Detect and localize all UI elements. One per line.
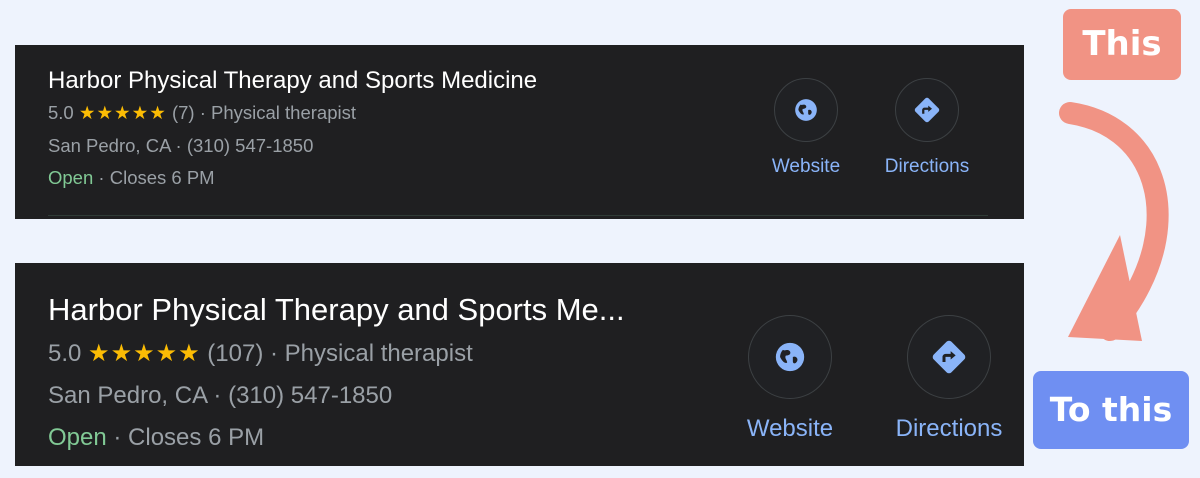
website-icon-circle[interactable] [774, 78, 838, 142]
to-this-tag: To this [1033, 371, 1189, 449]
separator: · [93, 167, 110, 188]
website-button[interactable]: Website [765, 78, 847, 178]
closing-time: Closes 6 PM [128, 424, 265, 451]
business-info: Harbor Physical Therapy and Sports Me...… [48, 291, 625, 457]
directions-label[interactable]: Directions [877, 156, 977, 178]
star-rating-icon: ★★★★★ [78, 102, 167, 123]
hours-line: Open · Closes 6 PM [48, 419, 625, 457]
open-status: Open [48, 167, 94, 188]
website-icon-circle[interactable] [748, 315, 832, 399]
website-label[interactable]: Website [765, 156, 847, 178]
this-tag: This [1063, 9, 1181, 80]
directions-icon [932, 340, 966, 374]
rating-value: 5.0 [48, 340, 82, 367]
business-card-after: Harbor Physical Therapy and Sports Me...… [15, 263, 1024, 466]
business-location: San Pedro, CA [48, 135, 171, 156]
website-button[interactable]: Website [740, 315, 840, 443]
closing-time: Closes 6 PM [109, 167, 215, 188]
phone-number[interactable]: (310) 547-1850 [228, 382, 392, 409]
directions-label[interactable]: Directions [887, 415, 1011, 443]
address-line: San Pedro, CA · (310) 547-1850 [48, 377, 625, 415]
rating-line: 5.0 ★★★★★ (7) · Physical therapist [48, 98, 537, 127]
business-title[interactable]: Harbor Physical Therapy and Sports Medic… [48, 67, 537, 95]
review-count[interactable]: (107) [207, 340, 263, 367]
star-rating-icon: ★★★★★ [88, 340, 201, 367]
directions-icon-circle[interactable] [895, 78, 959, 142]
rating-value: 5.0 [48, 102, 74, 123]
business-category: Physical therapist [284, 340, 473, 367]
separator: · [106, 424, 129, 451]
business-title[interactable]: Harbor Physical Therapy and Sports Me... [48, 291, 625, 329]
globe-icon [795, 99, 817, 121]
directions-icon-circle[interactable] [907, 315, 991, 399]
business-location: San Pedro, CA [48, 382, 207, 409]
directions-icon [914, 97, 940, 123]
rating-line: 5.0 ★★★★★ (107) · Physical therapist [48, 335, 625, 373]
separator: · [170, 135, 187, 156]
phone-number[interactable]: (310) 547-1850 [187, 135, 314, 156]
website-label[interactable]: Website [740, 415, 840, 443]
separator: · [206, 382, 229, 409]
directions-button[interactable]: Directions [887, 315, 1011, 443]
directions-button[interactable]: Directions [877, 78, 977, 178]
globe-icon [775, 342, 805, 372]
separator: · [263, 340, 285, 367]
open-status: Open [48, 424, 107, 451]
hours-line: Open · Closes 6 PM [48, 163, 537, 192]
business-category: Physical therapist [211, 102, 356, 123]
business-info: Harbor Physical Therapy and Sports Medic… [48, 67, 537, 192]
separator: · [194, 102, 212, 123]
address-line: San Pedro, CA · (310) 547-1850 [48, 131, 537, 160]
card-divider [48, 215, 988, 216]
review-count[interactable]: (7) [172, 102, 195, 123]
business-card-before: Harbor Physical Therapy and Sports Medic… [15, 45, 1024, 219]
curved-arrow-down-icon [1059, 102, 1169, 341]
